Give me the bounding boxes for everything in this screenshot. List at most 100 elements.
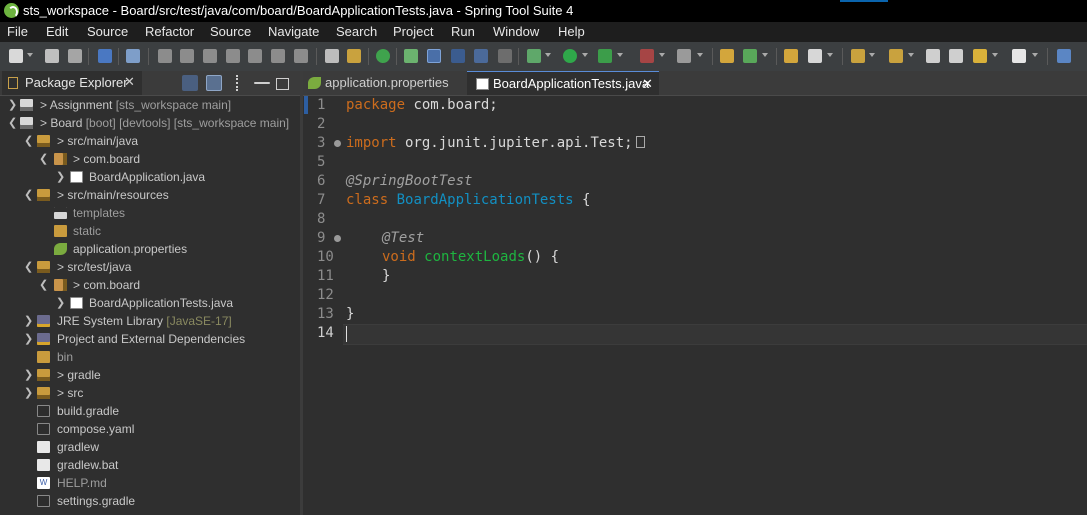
tree-item-gradle[interactable]: ❯ > gradle [0,366,300,384]
menu-run[interactable]: Run [451,22,475,42]
step-into-icon[interactable] [248,49,262,63]
chevron-right-icon[interactable]: ❯ [56,294,66,312]
tree-item-board-application-tests-java[interactable]: ❯ BoardApplicationTests.java [0,294,300,312]
tab-package-explorer[interactable]: Package Explorer ✕ [2,71,142,95]
minimize-icon[interactable] [254,82,270,84]
chevron-right-icon[interactable]: ❯ [8,96,18,114]
next-annotation-dropdown-icon[interactable] [869,53,875,57]
tree-item-gradlew[interactable]: gradlew [0,438,300,456]
tree-item-application-properties[interactable]: application.properties [0,240,300,258]
terminate-icon[interactable] [203,49,217,63]
new-class-icon[interactable] [743,49,757,63]
run-external-dropdown-icon[interactable] [617,53,623,57]
open-type-icon[interactable] [404,49,418,63]
close-icon[interactable]: ✕ [642,72,653,96]
menu-edit[interactable]: Edit [46,22,68,42]
tree-item-src-main-resources[interactable]: ❮ > src/main/resources [0,186,300,204]
chevron-right-icon[interactable]: ❯ [24,366,34,384]
code-editor[interactable]: package com.board; import org.junit.jupi… [346,96,1087,515]
debug-dropdown-icon[interactable] [545,53,551,57]
fold-expand-icon[interactable] [334,140,341,147]
tree-item-assignment[interactable]: ❯ > Assignment [sts_workspace main] [0,96,300,114]
menu-source[interactable]: Source [87,22,128,42]
new-java-project-icon[interactable] [720,49,734,63]
open-folder-icon[interactable] [784,49,798,63]
suspend-icon[interactable] [180,49,194,63]
previous-annotation-icon[interactable] [889,49,903,63]
chevron-down-icon[interactable]: ❮ [24,258,34,276]
tree-item-help-md[interactable]: W HELP.md [0,474,300,492]
new-icon[interactable] [9,49,23,63]
skip-breakpoints-icon[interactable] [126,49,140,63]
use-step-filters-icon[interactable] [347,49,361,63]
chevron-right-icon[interactable]: ❯ [56,168,66,186]
chevron-right-icon[interactable]: ❯ [24,330,34,348]
boot-dashboard-icon[interactable] [376,49,390,63]
new-server-icon[interactable] [677,49,691,63]
menu-file[interactable]: File [7,22,28,42]
menu-window[interactable]: Window [493,22,539,42]
run-icon[interactable] [563,49,577,63]
save-icon[interactable] [45,49,59,63]
chevron-down-icon[interactable]: ❮ [24,186,34,204]
debug-icon[interactable] [527,49,541,63]
save-all-icon[interactable] [68,49,82,63]
collapse-all-icon[interactable] [182,75,198,91]
menu-search[interactable]: Search [336,22,377,42]
coverage-dropdown-icon[interactable] [659,53,665,57]
tree-item-jre-system-library[interactable]: ❯ JRE System Library [JavaSE-17] [0,312,300,330]
tree-item-board[interactable]: ❮ > Board [boot] [devtools] [sts_workspa… [0,114,300,132]
tree-item-build-gradle[interactable]: build.gradle [0,402,300,420]
menu-help[interactable]: Help [558,22,585,42]
chevron-down-icon[interactable]: ❮ [39,276,49,294]
word-wrap-icon[interactable] [474,49,488,63]
close-icon[interactable]: ✕ [124,74,135,90]
search-icon[interactable] [808,49,822,63]
view-menu-icon[interactable] [236,75,242,91]
maximize-icon[interactable] [276,78,289,90]
tree-item-com-board[interactable]: ❮ > com.board [0,150,300,168]
chevron-right-icon[interactable]: ❯ [24,384,34,402]
tree-item-src-main-java[interactable]: ❮ > src/main/java [0,132,300,150]
next-edit-location-icon[interactable] [949,49,963,63]
tab-board-application-tests[interactable]: BoardApplicationTests.java ✕ [467,71,659,95]
tree-item-project-external-dependencies[interactable]: ❯ Project and External Dependencies [0,330,300,348]
tree-item-compose-yaml[interactable]: compose.yaml [0,420,300,438]
last-edit-location-icon[interactable] [926,49,940,63]
show-whitespace-icon[interactable] [498,49,512,63]
new-server-dropdown-icon[interactable] [697,53,703,57]
new-dropdown-icon[interactable] [27,53,33,57]
menu-source-2[interactable]: Source [210,22,251,42]
resume-icon[interactable] [158,49,172,63]
tree-item-templates[interactable]: templates [0,204,300,222]
chevron-down-icon[interactable]: ❮ [8,114,18,132]
menu-project[interactable]: Project [393,22,433,42]
tab-application-properties[interactable]: application.properties [303,71,465,95]
forward-dropdown-icon[interactable] [1032,53,1038,57]
previous-annotation-dropdown-icon[interactable] [908,53,914,57]
new-class-dropdown-icon[interactable] [762,53,768,57]
menu-navigate[interactable]: Navigate [268,22,319,42]
step-over-icon[interactable] [271,49,285,63]
menu-refactor[interactable]: Refactor [145,22,194,42]
chevron-down-icon[interactable]: ❮ [39,150,49,168]
search-dropdown-icon[interactable] [827,53,833,57]
link-with-editor-icon[interactable] [206,75,222,91]
tree-item-settings-gradle[interactable]: settings.gradle [0,492,300,510]
tree-item-src-test-java[interactable]: ❮ > src/test/java [0,258,300,276]
tree-item-src[interactable]: ❯ > src [0,384,300,402]
folded-block-icon[interactable] [635,136,645,148]
run-external-tool-icon[interactable] [598,49,612,63]
run-dropdown-icon[interactable] [582,53,588,57]
open-perspective-icon[interactable] [1057,49,1071,63]
step-return-icon[interactable] [294,49,308,63]
chevron-right-icon[interactable]: ❯ [24,312,34,330]
fold-collapse-icon[interactable] [334,235,341,242]
tree-item-com-board-test[interactable]: ❮ > com.board [0,276,300,294]
toggle-block-icon[interactable] [451,49,465,63]
tree-item-gradlew-bat[interactable]: gradlew.bat [0,456,300,474]
coverage-icon[interactable] [640,49,654,63]
tree-item-bin[interactable]: bin [0,348,300,366]
chevron-down-icon[interactable]: ❮ [24,132,34,150]
back-icon[interactable] [973,49,987,63]
